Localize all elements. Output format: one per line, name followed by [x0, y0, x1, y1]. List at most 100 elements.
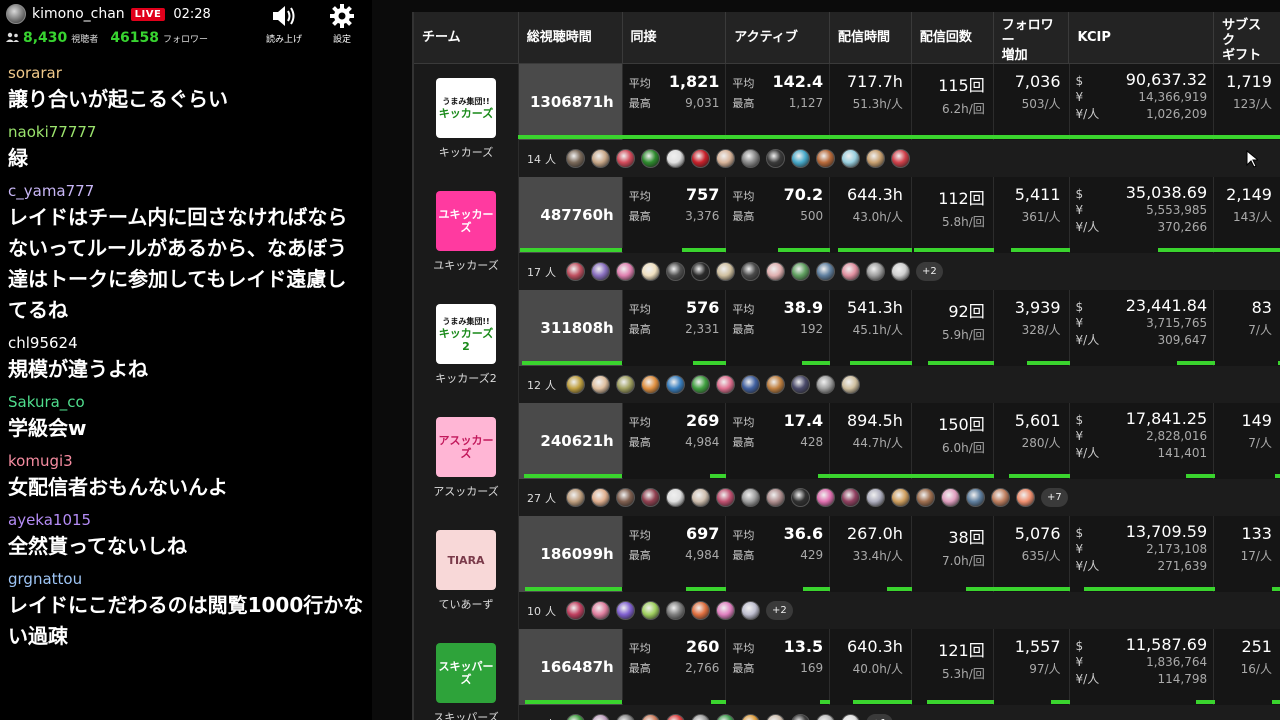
chat-username[interactable]: komugi3 [8, 450, 364, 472]
member-avatar[interactable] [566, 149, 585, 168]
member-avatar[interactable] [766, 714, 785, 720]
member-avatar[interactable] [591, 149, 610, 168]
team-logo[interactable]: アスッカーズ [436, 417, 496, 477]
member-avatar[interactable] [591, 601, 610, 620]
member-avatar[interactable] [766, 375, 785, 394]
member-avatar[interactable] [816, 714, 835, 720]
member-avatar[interactable] [641, 375, 660, 394]
member-avatar[interactable] [891, 262, 910, 281]
member-avatar[interactable] [841, 714, 860, 720]
member-avatar[interactable] [566, 601, 585, 620]
chat-username[interactable]: sorarar [8, 62, 364, 84]
read-aloud-button[interactable]: 読み上げ [262, 2, 306, 45]
member-avatar[interactable] [866, 488, 885, 507]
col-header-kcip[interactable]: KCIP [1069, 12, 1215, 63]
member-avatar[interactable] [716, 149, 735, 168]
chat-username[interactable]: Sakura_co [8, 391, 364, 413]
member-avatar[interactable] [766, 149, 785, 168]
member-avatar[interactable] [691, 262, 710, 281]
member-avatar[interactable] [616, 262, 635, 281]
member-avatar[interactable] [791, 262, 810, 281]
col-header-active[interactable]: アクティブ [726, 12, 830, 63]
channel-name[interactable]: kimono_chan [32, 6, 125, 22]
more-members-badge[interactable]: +2 [916, 262, 943, 281]
member-avatar[interactable] [616, 488, 635, 507]
team-cell[interactable]: うまみ集団!! キッカーズ キッカーズ [414, 64, 519, 177]
member-avatar[interactable] [641, 488, 660, 507]
member-avatar[interactable] [616, 375, 635, 394]
col-header-follower-gain[interactable]: フォロワー 増加 [994, 12, 1070, 63]
chat-username[interactable]: chl95624 [8, 332, 364, 354]
member-avatar[interactable] [741, 262, 760, 281]
member-avatar[interactable] [791, 714, 810, 720]
member-avatar[interactable] [616, 714, 635, 720]
member-avatar[interactable] [1016, 488, 1035, 507]
team-row[interactable]: アスッカーズ アスッカーズ 240621h 平均 269 最高 4,984 平均 17.4 最高 4… [414, 403, 1280, 516]
member-avatar[interactable] [666, 601, 685, 620]
member-avatar[interactable] [666, 149, 685, 168]
more-members-badge[interactable]: +2 [766, 601, 793, 620]
member-avatar[interactable] [966, 488, 985, 507]
team-logo[interactable]: うまみ集団!! キッカーズ2 [436, 304, 496, 364]
col-header-stream-count[interactable]: 配信回数 [912, 12, 994, 63]
member-avatar[interactable] [916, 488, 935, 507]
member-avatar[interactable] [566, 714, 585, 720]
member-avatar[interactable] [691, 375, 710, 394]
member-avatar[interactable] [841, 488, 860, 507]
member-avatar[interactable] [716, 488, 735, 507]
member-avatar[interactable] [691, 714, 710, 720]
more-members-badge[interactable]: +1 [866, 714, 893, 720]
member-avatar[interactable] [741, 375, 760, 394]
settings-button[interactable]: 設定 [320, 2, 364, 45]
team-logo[interactable]: うまみ集団!! キッカーズ [436, 78, 496, 138]
member-avatar[interactable] [691, 601, 710, 620]
team-cell[interactable]: スキッパーズ スキッパーズ [414, 629, 519, 720]
member-avatar[interactable] [616, 149, 635, 168]
member-avatar[interactable] [691, 149, 710, 168]
team-row[interactable]: TIARA ていあーず 186099h 平均 697 最高 4,984 平均 36.6 最高 429… [414, 516, 1280, 629]
col-header-total-watch-time[interactable]: 総視聴時間 [519, 12, 623, 63]
member-avatar[interactable] [791, 149, 810, 168]
team-cell[interactable]: TIARA ていあーず [414, 516, 519, 629]
member-avatar[interactable] [816, 262, 835, 281]
member-avatar[interactable] [691, 488, 710, 507]
member-avatar[interactable] [591, 262, 610, 281]
member-avatar[interactable] [641, 262, 660, 281]
chat-username[interactable]: grgnattou [8, 568, 364, 590]
member-avatar[interactable] [741, 488, 760, 507]
member-avatar[interactable] [816, 149, 835, 168]
team-cell[interactable]: アスッカーズ アスッカーズ [414, 403, 519, 516]
member-avatar[interactable] [766, 488, 785, 507]
chat-username[interactable]: c_yama777 [8, 180, 364, 202]
member-avatar[interactable] [891, 488, 910, 507]
member-avatar[interactable] [816, 488, 835, 507]
member-avatar[interactable] [666, 262, 685, 281]
col-header-stream-time[interactable]: 配信時間 [830, 12, 912, 63]
member-avatar[interactable] [566, 488, 585, 507]
team-cell[interactable]: うまみ集団!! キッカーズ2 キッカーズ2 [414, 290, 519, 403]
team-row[interactable]: ユキッカーズ ユキッカーズ 487760h 平均 757 最高 3,376 平均 70.2 最高 5… [414, 177, 1280, 290]
col-header-concurrent[interactable]: 同接 [623, 12, 727, 63]
member-avatar[interactable] [716, 601, 735, 620]
member-avatar[interactable] [841, 262, 860, 281]
member-avatar[interactable] [766, 262, 785, 281]
member-avatar[interactable] [816, 375, 835, 394]
member-avatar[interactable] [741, 601, 760, 620]
col-header-sub-gift[interactable]: サブスク ギフト [1214, 12, 1280, 63]
col-header-team[interactable]: チーム [414, 12, 519, 63]
member-avatar[interactable] [991, 488, 1010, 507]
member-avatar[interactable] [841, 149, 860, 168]
team-logo[interactable]: TIARA [436, 530, 496, 590]
chat-username[interactable]: ayeka1015 [8, 509, 364, 531]
member-avatar[interactable] [566, 375, 585, 394]
team-row[interactable]: スキッパーズ スキッパーズ 166487h 平均 260 最高 2,766 平均 13.5 最高 1… [414, 629, 1280, 720]
member-avatar[interactable] [716, 262, 735, 281]
member-avatar[interactable] [591, 714, 610, 720]
team-logo[interactable]: ユキッカーズ [436, 191, 496, 251]
member-avatar[interactable] [741, 714, 760, 720]
member-avatar[interactable] [566, 262, 585, 281]
member-avatar[interactable] [841, 375, 860, 394]
more-members-badge[interactable]: +7 [1041, 488, 1068, 507]
member-avatar[interactable] [716, 375, 735, 394]
team-logo[interactable]: スキッパーズ [436, 643, 496, 703]
